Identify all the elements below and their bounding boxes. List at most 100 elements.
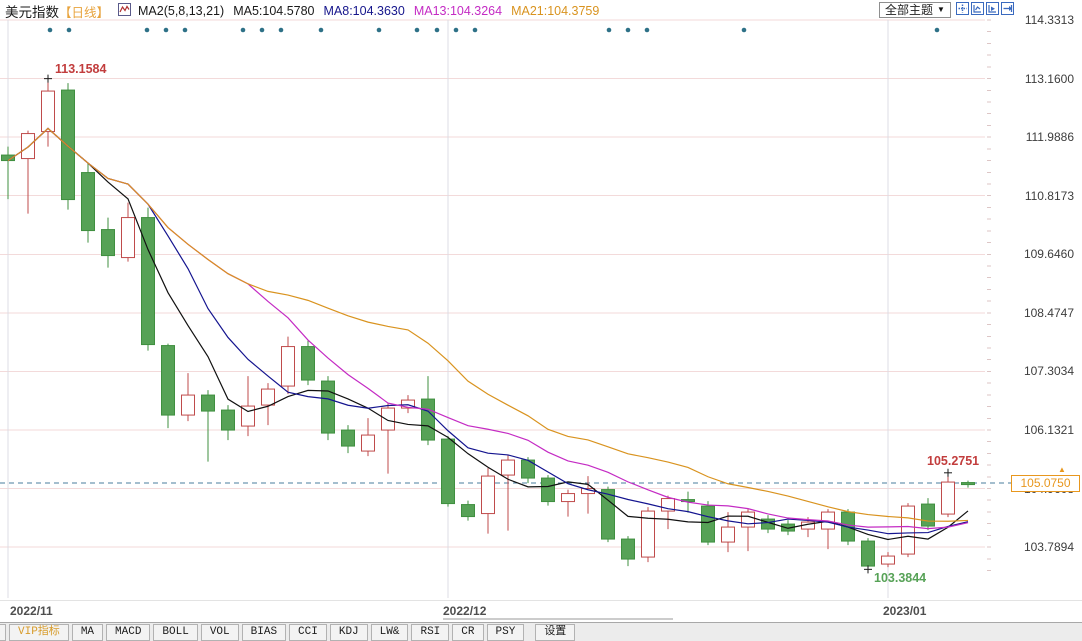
y-axis: 114.3313113.1600111.9886110.8173109.6460… — [990, 0, 1082, 600]
x-axis-label: 2022/11 — [10, 604, 53, 618]
tab-VIP指标[interactable]: VIP指标 — [9, 624, 69, 641]
signal-dot — [935, 28, 940, 33]
chart-header: 美元指数【日线】 MA2(5,8,13,21) MA5:104.5780 MA8… — [5, 2, 599, 20]
candle[interactable] — [902, 503, 915, 557]
chart-export-icon[interactable] — [1001, 2, 1014, 15]
candle[interactable] — [162, 344, 175, 429]
signal-dot — [626, 28, 631, 33]
candles-layer — [2, 79, 975, 568]
tab-MA[interactable]: MA — [72, 624, 103, 641]
swing-high-annotation: 105.2751 — [927, 454, 979, 468]
candle[interactable] — [662, 496, 675, 530]
candle[interactable] — [382, 403, 395, 474]
theme-select-button[interactable]: 全部主题 ▼ — [879, 2, 951, 18]
y-axis-label: 110.8173 — [1025, 189, 1074, 203]
ma-group-label: MA2(5,8,13,21) — [138, 4, 224, 18]
current-price-box: 105.0750 — [1011, 475, 1080, 492]
signal-dot — [319, 28, 324, 33]
instrument-name: 美元指数 — [5, 5, 59, 20]
price-up-arrow-icon: ▲ — [1058, 466, 1066, 474]
candle[interactable] — [202, 390, 215, 462]
candle[interactable] — [342, 425, 355, 453]
candle[interactable] — [882, 552, 895, 567]
tab-BOLL[interactable]: BOLL — [153, 624, 197, 641]
signal-dot — [67, 28, 72, 33]
x-axis-label: 2023/01 — [883, 604, 926, 618]
candle[interactable] — [942, 473, 955, 517]
tab-LW&[interactable]: LW& — [371, 624, 409, 641]
y-axis-label: 109.6460 — [1024, 247, 1074, 261]
crosshair-icon[interactable] — [956, 2, 969, 15]
signal-dot — [607, 28, 612, 33]
candle[interactable] — [442, 436, 455, 507]
ma13-value: MA13:104.3264 — [414, 4, 502, 18]
line-chart-icon[interactable] — [118, 3, 131, 19]
ma21-value: MA21:104.3759 — [511, 4, 599, 18]
candle[interactable] — [462, 501, 475, 521]
tab-设置[interactable]: 设置 — [535, 624, 575, 641]
signal-dot — [645, 28, 650, 33]
tab-KDJ[interactable]: KDJ — [330, 624, 368, 641]
indicator-tabbar: VIP指标MAMACDBOLLVOLBIASCCIKDJLW&RSICRPSY 设… — [0, 622, 1082, 641]
signal-dot — [377, 28, 382, 33]
candle[interactable] — [862, 538, 875, 567]
candle[interactable] — [82, 163, 95, 243]
y-axis-label: 114.3313 — [1025, 13, 1074, 27]
candle[interactable] — [922, 498, 935, 530]
chart-toolbar — [956, 2, 1014, 15]
instrument-title: 美元指数【日线】 — [5, 1, 109, 21]
candle[interactable] — [302, 341, 315, 386]
y-axis-label: 107.3034 — [1024, 364, 1074, 378]
candle[interactable] — [542, 475, 555, 506]
candle[interactable] — [402, 395, 415, 413]
chart-play-icon[interactable] — [986, 2, 999, 15]
y-axis-label: 106.1321 — [1024, 423, 1074, 437]
chart-window-icon[interactable] — [971, 2, 984, 15]
signal-dot — [145, 28, 150, 33]
candle[interactable] — [222, 405, 235, 440]
signal-dot — [473, 28, 478, 33]
high-price-annotation: 113.1584 — [55, 62, 106, 76]
candle[interactable] — [362, 418, 375, 456]
signal-dot — [454, 28, 459, 33]
signal-dot — [415, 28, 420, 33]
low-price-annotation: 103.3844 — [874, 571, 926, 585]
candle[interactable] — [2, 147, 15, 200]
ma5-value: MA5:104.5780 — [233, 4, 314, 18]
tab-BIAS[interactable]: BIAS — [242, 624, 286, 641]
candle[interactable] — [182, 373, 195, 421]
candle[interactable] — [582, 476, 595, 514]
candle[interactable] — [562, 490, 575, 517]
tab-PSY[interactable]: PSY — [487, 624, 525, 641]
tab-MACD[interactable]: MACD — [106, 624, 150, 641]
ma-legend: MA2(5,8,13,21) MA5:104.5780 MA8:104.3630… — [138, 4, 599, 18]
candle[interactable] — [642, 507, 655, 562]
candle[interactable] — [242, 376, 255, 436]
tab-CCI[interactable]: CCI — [289, 624, 327, 641]
signal-dot — [48, 28, 53, 33]
tab-VOL[interactable]: VOL — [201, 624, 239, 641]
candle[interactable] — [502, 455, 515, 531]
candle[interactable] — [102, 218, 115, 268]
candle[interactable] — [142, 208, 155, 351]
y-axis-label: 111.9886 — [1026, 130, 1074, 144]
period-tag[interactable]: 【日线】 — [59, 6, 109, 20]
signal-dot — [241, 28, 246, 33]
y-axis-label: 103.7894 — [1024, 540, 1074, 554]
candle[interactable] — [962, 481, 975, 488]
extreme-markers — [44, 75, 952, 574]
candle[interactable] — [322, 376, 335, 440]
candle[interactable] — [742, 509, 755, 551]
tab-RSI[interactable]: RSI — [411, 624, 449, 641]
candle[interactable] — [822, 509, 835, 549]
candle[interactable] — [482, 468, 495, 534]
candle[interactable] — [622, 536, 635, 566]
candlestick-chart[interactable] — [0, 0, 1082, 600]
theme-select-label: 全部主题 — [885, 3, 933, 17]
candle[interactable] — [282, 337, 295, 395]
candle[interactable] — [42, 79, 55, 147]
tab-CR[interactable]: CR — [452, 624, 483, 641]
h-scrollbar-thumb[interactable] — [443, 618, 673, 620]
signal-dot — [279, 28, 284, 33]
x-axis-label: 2022/12 — [443, 604, 486, 618]
